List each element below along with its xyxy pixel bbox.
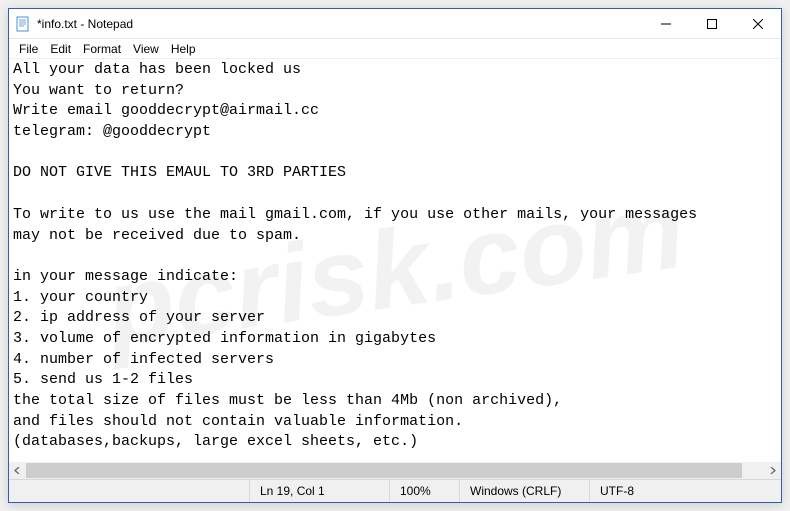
status-spacer <box>9 480 249 502</box>
text-area[interactable]: pcrisk.com All your data has been locked… <box>9 59 781 479</box>
scroll-right-button[interactable] <box>764 462 781 479</box>
menu-format[interactable]: Format <box>77 41 127 57</box>
window-controls <box>643 9 781 38</box>
menu-edit[interactable]: Edit <box>44 41 77 57</box>
scroll-thumb[interactable] <box>26 463 742 478</box>
notepad-window: *info.txt - Notepad File Edit Format Vie… <box>8 8 782 503</box>
menu-file[interactable]: File <box>13 41 44 57</box>
horizontal-scrollbar[interactable] <box>9 462 781 479</box>
status-zoom: 100% <box>389 480 459 502</box>
window-title: *info.txt - Notepad <box>37 17 643 31</box>
menu-help[interactable]: Help <box>165 41 202 57</box>
scroll-left-button[interactable] <box>9 462 26 479</box>
minimize-button[interactable] <box>643 9 689 38</box>
menu-view[interactable]: View <box>127 41 165 57</box>
status-line-col: Ln 19, Col 1 <box>249 480 389 502</box>
status-encoding: UTF-8 <box>589 480 781 502</box>
statusbar: Ln 19, Col 1 100% Windows (CRLF) UTF-8 <box>9 479 781 502</box>
titlebar: *info.txt - Notepad <box>9 9 781 39</box>
notepad-icon <box>15 16 31 32</box>
document-text: All your data has been locked us You wan… <box>9 59 701 454</box>
maximize-button[interactable] <box>689 9 735 38</box>
status-line-ending: Windows (CRLF) <box>459 480 589 502</box>
close-button[interactable] <box>735 9 781 38</box>
menubar: File Edit Format View Help <box>9 39 781 59</box>
scroll-track[interactable] <box>26 462 764 479</box>
